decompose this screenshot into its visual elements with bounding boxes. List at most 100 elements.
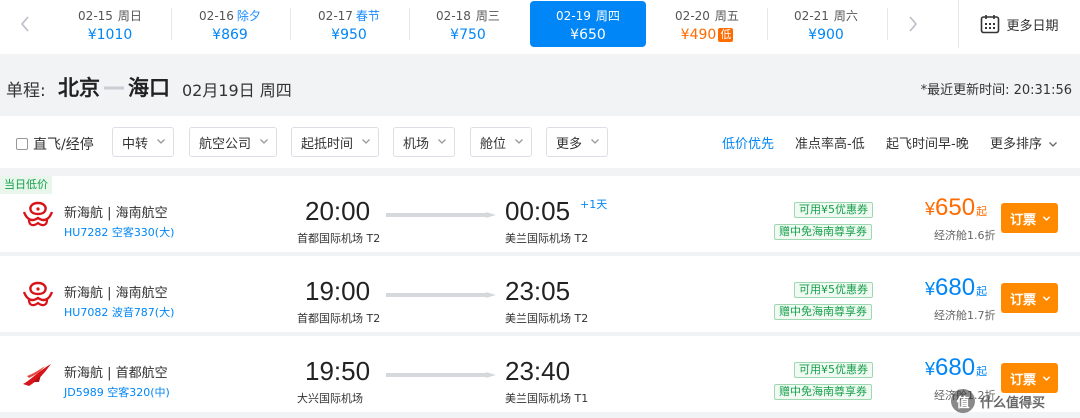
lowest-price-badge: 低 — [718, 28, 734, 42]
date-tab-price-row: ¥490 低 — [649, 26, 765, 44]
book-ticket-button[interactable]: 订票 — [1001, 203, 1058, 233]
date-tab[interactable]: 02-18 周三 ¥750 — [410, 1, 526, 47]
date-tab-label: 02-20 周五 — [649, 8, 765, 24]
airline-select[interactable]: 航空公司 — [189, 127, 277, 157]
sort-on-time-rate[interactable]: 准点率高-低 — [795, 133, 865, 152]
select-label: 航空公司 — [199, 136, 252, 152]
lowest-price-today-badge: 当日低价 — [0, 176, 52, 194]
flight-price: ¥680起 — [925, 274, 987, 302]
date-tab-label: 02-19 周四 — [530, 8, 646, 24]
sort-departure-time[interactable]: 起飞时间早-晚 — [886, 133, 969, 152]
date-tab-label: 02-15 周日 — [52, 8, 168, 24]
select-label: 更多 — [556, 136, 583, 152]
chevron-down-icon — [515, 139, 523, 144]
more-filters-select[interactable]: 更多 — [546, 127, 608, 157]
route-arrow-icon — [104, 86, 124, 90]
flight-number[interactable]: HU7082 波音787(大) — [64, 304, 174, 320]
flight-number[interactable]: HU7282 空客330(大) — [64, 224, 174, 240]
date-tab[interactable]: 02-17 春节 ¥950 — [291, 1, 407, 47]
weekday-text: 周日 — [117, 9, 142, 23]
arrival-time: 00:05 — [505, 196, 571, 226]
date-tab-price-row: ¥950 — [291, 26, 407, 44]
airline-name: 新海航 | 海南航空 — [64, 286, 168, 301]
travel-date: 02月19日 周四 — [182, 81, 292, 100]
duty-free-gift-tag[interactable]: 赠中免海南尊享券 — [774, 224, 872, 240]
chevron-down-icon — [591, 139, 599, 144]
date-tab-price-row: ¥650 — [530, 26, 646, 44]
route-header: 单程: 北京 海口 02月19日 周四 *最近更新时间: 20:31:56 — [0, 64, 1080, 110]
flight-number[interactable]: JD5989 空客320(中) — [64, 384, 170, 400]
airline-name: 新海航 | 海南航空 — [64, 206, 168, 221]
date-tab-divider — [767, 8, 768, 40]
arrival-time: 23:40 — [505, 356, 571, 386]
flight-row[interactable]: 当日低价 新海航 | 海南航空 HU7282 空客330(大) 20:00 首都国际机场… — [0, 176, 1080, 252]
flight-duration-line — [386, 372, 496, 378]
currency-symbol: ¥ — [925, 199, 936, 219]
book-label: 订票 — [1010, 212, 1037, 228]
sort-low-price[interactable]: 低价优先 — [722, 133, 774, 152]
hainan-airlines-logo — [22, 281, 54, 307]
more-dates-label: 更多日期 — [1006, 18, 1059, 34]
date-price-strip: 02-15 周日 ¥1010 02-16 除夕 ¥869 02-17 春节 ¥950 02-18 周… — [0, 0, 1080, 54]
date-tab-price: ¥490 — [680, 27, 717, 43]
date-tab-price-row: ¥1010 — [52, 26, 168, 44]
chevron-down-icon — [362, 139, 370, 144]
book-ticket-button[interactable]: 订票 — [1001, 283, 1058, 313]
date-tab[interactable]: 02-19 周四 ¥650 — [530, 1, 646, 47]
departure-time: 19:00 — [305, 276, 371, 306]
chevron-left-icon — [20, 16, 29, 32]
select-label: 中转 — [122, 136, 149, 152]
date-text: 02-16 — [199, 9, 234, 23]
next-dates-button[interactable] — [890, 0, 936, 48]
date-tab-divider — [409, 8, 410, 40]
book-label: 订票 — [1010, 292, 1037, 308]
duty-free-gift-tag[interactable]: 赠中免海南尊享券 — [774, 304, 872, 320]
sort-label: 起飞时间早-晚 — [886, 137, 969, 152]
date-tab[interactable]: 02-21 周六 ¥900 — [768, 1, 884, 47]
sort-label: 准点率高-低 — [795, 137, 865, 152]
airport-select[interactable]: 机场 — [393, 127, 455, 157]
duty-free-gift-tag[interactable]: 赠中免海南尊享券 — [774, 384, 872, 400]
price-value: 650 — [935, 194, 976, 221]
checkbox-box[interactable] — [16, 138, 28, 150]
price-from-suffix: 起 — [976, 286, 988, 298]
date-tab-price-row: ¥900 — [768, 26, 884, 44]
holiday-text: 春节 — [355, 9, 380, 23]
departure-time: 20:00 — [305, 196, 371, 226]
departure-airport: 首都国际机场 T2 — [297, 232, 381, 245]
departure-airport: 首都国际机场 T2 — [297, 312, 381, 325]
airline-name: 新海航 | 首都航空 — [64, 366, 168, 381]
date-tab[interactable]: 02-15 周日 ¥1010 — [52, 1, 168, 47]
time-select[interactable]: 起抵时间 — [291, 127, 379, 157]
date-tab[interactable]: 02-16 除夕 ¥869 — [172, 1, 288, 47]
coupon-tag[interactable]: 可用¥5优惠券 — [794, 362, 873, 378]
departure-airport: 大兴国际机场 — [297, 392, 363, 405]
date-text: 02-17 — [318, 9, 353, 23]
departure-time: 19:50 — [305, 356, 371, 386]
weekday-text: 周四 — [595, 9, 620, 23]
chevron-right-icon — [909, 16, 918, 32]
flight-row[interactable]: 新海航 | 海南航空 HU7082 波音787(大) 19:00 首都国际机场 T2 2… — [0, 256, 1080, 332]
capital-airlines-logo — [23, 364, 51, 386]
date-tab-label: 02-18 周三 — [410, 8, 526, 24]
arrival-airport: 美兰国际机场 T2 — [505, 232, 589, 245]
date-text: 02-20 — [675, 9, 710, 23]
date-tab[interactable]: 02-20 周五 ¥490 低 — [649, 1, 765, 47]
direct-flight-checkbox[interactable]: 直飞/经停 — [16, 134, 94, 154]
coupon-tag[interactable]: 可用¥5优惠券 — [794, 202, 873, 218]
chevron-down-icon — [260, 139, 268, 144]
select-label: 起抵时间 — [301, 136, 354, 152]
date-tab-price: ¥950 — [331, 27, 367, 43]
select-label: 舱位 — [480, 136, 507, 152]
coupon-tag[interactable]: 可用¥5优惠券 — [794, 282, 873, 298]
prev-dates-button[interactable] — [2, 0, 48, 48]
transfer-select[interactable]: 中转 — [112, 127, 174, 157]
sort-more[interactable]: 更多排序 — [990, 133, 1058, 152]
chevron-down-icon — [157, 139, 165, 144]
more-dates-button[interactable]: 更多日期 — [958, 0, 1080, 48]
chevron-down-icon — [438, 139, 446, 144]
chevron-down-icon — [1049, 142, 1057, 147]
select-label: 机场 — [403, 136, 430, 152]
flight-row[interactable]: 新海航 | 首都航空 JD5989 空客320(中) 19:50 大兴国际机场 23:4… — [0, 336, 1080, 412]
cabin-select[interactable]: 舱位 — [470, 127, 532, 157]
